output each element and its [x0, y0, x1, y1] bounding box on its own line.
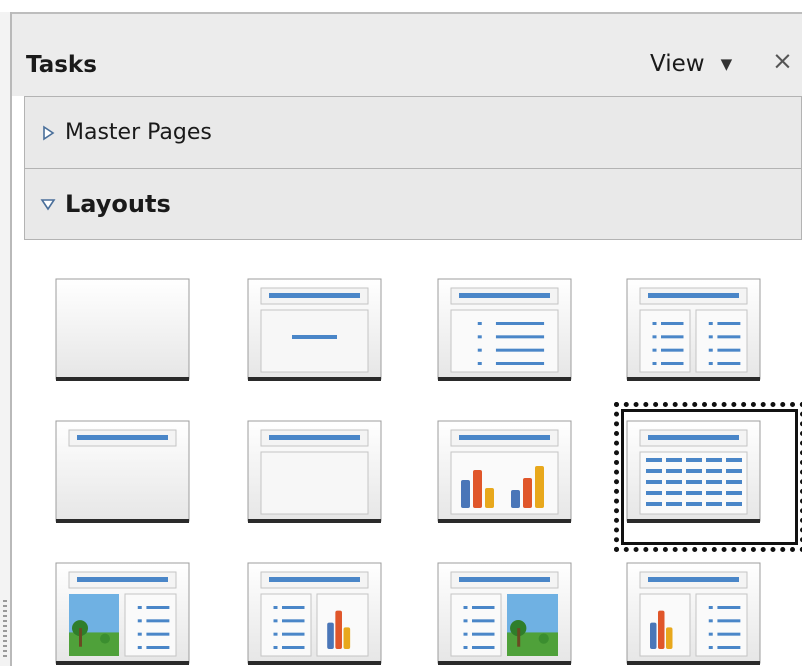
layout-title-chart-content[interactable] — [626, 562, 761, 666]
title-content-icon — [437, 278, 572, 381]
layout-title-only[interactable] — [55, 420, 190, 524]
title-2-content-icon — [626, 278, 761, 381]
title-only-icon — [55, 420, 190, 523]
layout-title-table[interactable] — [626, 420, 761, 524]
top-strip — [0, 0, 802, 12]
layout-title-slide[interactable] — [247, 278, 382, 382]
left-dock-edge — [0, 12, 10, 666]
title-chart-content-icon — [626, 562, 761, 665]
layout-title-2-content[interactable] — [626, 278, 761, 382]
title-content-image-icon — [437, 562, 572, 665]
section-label-layouts: Layouts — [65, 190, 171, 218]
layouts-grid — [24, 240, 802, 668]
layout-blank[interactable] — [55, 278, 190, 382]
section-layouts[interactable]: Layouts — [24, 168, 802, 240]
layout-centered-text[interactable] — [247, 420, 382, 524]
title-table-icon — [626, 420, 761, 523]
layout-title-chart[interactable] — [437, 420, 572, 524]
expand-triangle-icon — [39, 124, 57, 142]
title-chart-icon — [437, 420, 572, 523]
panel-title: Tasks — [26, 52, 97, 78]
layout-title-content-chart[interactable] — [247, 562, 382, 666]
dropdown-caret-icon: ▼ — [720, 55, 733, 73]
title-image-content-icon — [55, 562, 190, 665]
section-label-master-pages: Master Pages — [65, 120, 212, 145]
resize-grip-icon[interactable] — [3, 600, 7, 660]
tasks-panel: Tasks View ▼ × Master Pages Layouts — [12, 12, 802, 668]
layout-title-image-content[interactable] — [55, 562, 190, 666]
centered-text-icon — [247, 420, 382, 523]
title-content-chart-icon — [247, 562, 382, 665]
section-master-pages[interactable]: Master Pages — [24, 96, 802, 168]
layout-title-content-image[interactable] — [437, 562, 572, 666]
view-label: View — [650, 51, 705, 77]
blank-slide-icon — [55, 278, 190, 381]
collapse-triangle-icon — [39, 195, 57, 213]
layout-title-content[interactable] — [437, 278, 572, 382]
view-menu-button[interactable]: View ▼ — [650, 48, 732, 80]
panel-title-bar: Tasks View ▼ × — [12, 14, 802, 96]
title-slide-icon — [247, 278, 382, 381]
close-icon[interactable]: × — [772, 46, 793, 75]
